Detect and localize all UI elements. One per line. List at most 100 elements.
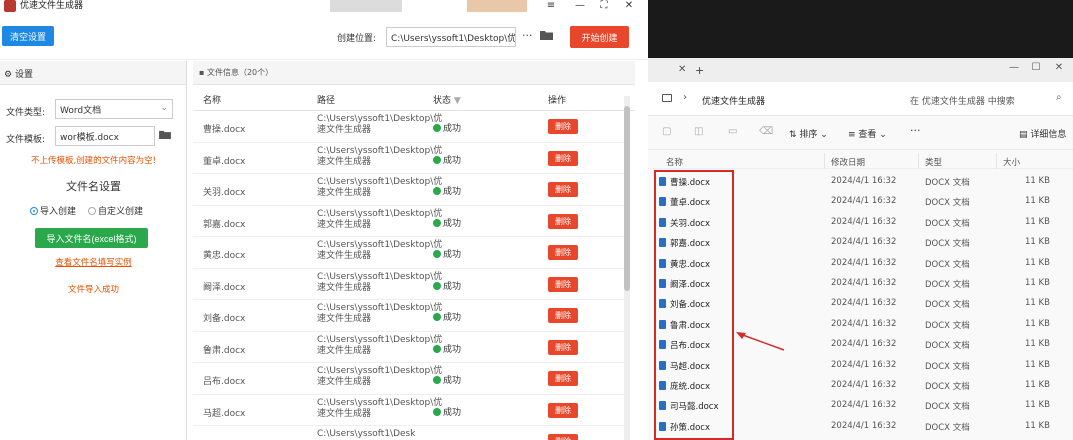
import-filenames-button[interactable]: 导入文件名(excel格式)	[35, 228, 148, 248]
example-link[interactable]: 查看文件名填写实例	[0, 256, 187, 268]
filename-settings-title: 文件名设置	[66, 180, 121, 193]
minimize-button[interactable]: —	[1006, 62, 1022, 73]
table-row[interactable]: 董卓.docx C:\Users\yssoft1\Desktop\优速文件生成器成…	[193, 143, 625, 174]
table-row[interactable]: 马超.docx C:\Users\yssoft1\Desktop\优速文件生成器成…	[193, 395, 625, 426]
file-list-item[interactable]: 曹操.docx 2024/4/1 16:32 DOCX 文档 11 KB	[648, 171, 1073, 191]
close-button[interactable]: ✕	[1051, 62, 1067, 73]
file-list-item[interactable]: 孙策.docx 2024/4/1 16:32 DOCX 文档 11 KB	[648, 416, 1073, 436]
radio-import-create[interactable]: 导入创建	[30, 204, 76, 217]
word-doc-icon	[659, 381, 666, 390]
file-list-item[interactable]: 阚泽.docx 2024/4/1 16:32 DOCX 文档 11 KB	[648, 273, 1073, 293]
delete-button[interactable]: 删除	[548, 308, 578, 323]
menu-icon[interactable]: ≡	[543, 0, 559, 12]
more-options-button[interactable]: ···	[522, 29, 533, 42]
more-button[interactable]: ···	[910, 124, 921, 137]
delete-button[interactable]: 删除	[548, 276, 578, 292]
file-list-item[interactable]: 庞统.docx 2024/4/1 16:32 DOCX 文档 11 KB	[648, 375, 1073, 395]
check-circle-icon	[433, 281, 441, 290]
delete-button[interactable]: 删除	[548, 339, 578, 355]
new-tab-icon[interactable]: +	[695, 64, 704, 77]
check-circle-icon	[433, 344, 441, 353]
search-icon[interactable]: ⌕	[1056, 92, 1062, 103]
file-list-item[interactable]: 鲁肃.docx 2024/4/1 16:32 DOCX 文档 11 KB	[648, 314, 1073, 334]
close-button[interactable]: ✕	[621, 0, 637, 12]
details-label: 详细信息	[1030, 130, 1067, 140]
table-row[interactable]: 郭嘉.docx C:\Users\yssoft1\Desktop\优速文件生成器成…	[193, 206, 625, 237]
sort-button[interactable]: ⇅ 排序 ⌄	[789, 127, 828, 140]
file-list-item[interactable]: 司马懿.docx 2024/4/1 16:32 DOCX 文档 11 KB	[648, 395, 1073, 415]
template-input[interactable]: wor模板.docx	[55, 126, 155, 146]
settings-title: 设置	[14, 70, 33, 80]
file-type-select[interactable]: Word文档 ⌄	[55, 99, 173, 119]
table-row[interactable]: C:\Users\yssoft1\Desk 删除	[193, 426, 625, 440]
file-list-item[interactable]: 刘备.docx 2024/4/1 16:32 DOCX 文档 11 KB	[648, 293, 1073, 313]
file-list-item[interactable]: 马超.docx 2024/4/1 16:32 DOCX 文档 11 KB	[648, 355, 1073, 375]
table-row[interactable]: 刘备.docx C:\Users\yssoft1\Desktop\优速文件生成器成…	[193, 300, 625, 332]
view-button[interactable]: ≡ 查看 ⌄	[848, 127, 887, 140]
col-type[interactable]: 类型	[925, 156, 942, 168]
scrollbar-thumb[interactable]	[624, 106, 630, 291]
delete-button[interactable]: 删除	[548, 213, 578, 229]
rename-icon[interactable]: ▭	[728, 126, 737, 137]
file-path: C:\Users\yssoft1\Desktop\优速文件生成器	[317, 271, 443, 293]
copy-icon[interactable]: ▢	[662, 126, 671, 137]
delete-button[interactable]: 删除	[548, 182, 578, 197]
word-doc-icon	[659, 401, 666, 411]
col-size[interactable]: 大小	[1003, 156, 1020, 168]
file-list-item[interactable]: 关羽.docx 2024/4/1 16:32 DOCX 文档 11 KB	[648, 212, 1073, 232]
maximize-button[interactable]: ⛶	[596, 0, 612, 12]
file-modified: 2024/4/1 16:32	[831, 359, 897, 370]
file-list-item[interactable]: 董卓.docx 2024/4/1 16:32 DOCX 文档 11 KB	[648, 191, 1073, 211]
file-size: 11 KB	[1025, 237, 1050, 248]
status-badge: 成功	[433, 310, 461, 323]
col-modified[interactable]: 修改日期	[831, 156, 865, 168]
folder-icon[interactable]	[159, 129, 171, 142]
table-row[interactable]: 黄忠.docx C:\Users\yssoft1\Desktop\优速文件生成器成…	[193, 237, 625, 269]
file-name: 吕布.docx	[203, 377, 246, 387]
search-input[interactable]: 在 优速文件生成器 中搜索	[910, 94, 1015, 107]
table-row[interactable]: 鲁肃.docx C:\Users\yssoft1\Desktop\优速文件生成器成…	[193, 332, 625, 363]
template-warning: 不上传模板,创建的文件内容为空!	[30, 156, 157, 166]
table-row[interactable]: 曹操.docx C:\Users\yssoft1\Desktop\优速文件生成器成…	[193, 111, 625, 143]
delete-button[interactable]: 删除	[548, 119, 578, 134]
file-modified: 2024/4/1 16:32	[831, 257, 897, 268]
file-list-item[interactable]: 吕布.docx 2024/4/1 16:32 DOCX 文档 11 KB	[648, 334, 1073, 354]
tab-close-icon[interactable]: ✕	[678, 64, 686, 75]
clear-settings-button[interactable]: 清空设置	[2, 26, 54, 46]
minimize-button[interactable]: —	[572, 0, 588, 12]
file-modified: 2024/4/1 16:32	[831, 420, 897, 431]
file-list-item[interactable]: 郭嘉.docx 2024/4/1 16:32 DOCX 文档 11 KB	[648, 232, 1073, 252]
file-icon: ▪	[199, 68, 205, 77]
radio-custom-create[interactable]: 自定义创建	[88, 204, 143, 217]
col-name[interactable]: 名称	[666, 156, 683, 168]
start-create-button[interactable]: 开始创建	[570, 26, 629, 48]
table-row[interactable]: 阚泽.docx C:\Users\yssoft1\Desktop\优速文件生成器成…	[193, 269, 625, 300]
delete-button[interactable]: 删除	[548, 245, 578, 260]
delete-button[interactable]: 删除	[548, 434, 578, 440]
col-name[interactable]: 名称	[203, 93, 221, 106]
breadcrumb[interactable]: 优速文件生成器	[702, 94, 765, 107]
col-status[interactable]: 状态 ▼	[433, 93, 461, 106]
delete-button[interactable]: 删除	[548, 402, 578, 418]
maximize-button[interactable]: ☐	[1028, 62, 1044, 73]
file-size: 11 KB	[1025, 359, 1050, 370]
col-path[interactable]: 路径	[317, 93, 335, 106]
file-list-item[interactable]: 黄忠.docx 2024/4/1 16:32 DOCX 文档 11 KB	[648, 253, 1073, 273]
file-size: 11 KB	[1025, 380, 1050, 390]
file-size: 11 KB	[1025, 339, 1050, 350]
column-divider[interactable]	[824, 153, 825, 169]
file-size: 11 KB	[1025, 216, 1050, 227]
location-input[interactable]: C:\Users\yssoft1\Desktop\优速	[386, 27, 516, 47]
share-icon[interactable]: ◫	[694, 126, 703, 137]
folder-icon[interactable]	[540, 29, 553, 43]
details-button[interactable]: ▤ 详细信息	[1019, 127, 1066, 140]
table-row[interactable]: 关羽.docx C:\Users\yssoft1\Desktop\优速文件生成器成…	[193, 174, 625, 206]
scrollbar[interactable]	[624, 96, 630, 440]
column-divider[interactable]	[996, 153, 997, 169]
delete-button[interactable]: 删除	[548, 371, 578, 386]
delete-button[interactable]: 删除	[548, 150, 578, 166]
column-divider[interactable]	[918, 153, 919, 169]
word-doc-icon	[659, 299, 666, 309]
delete-icon[interactable]: ⌫	[759, 126, 773, 137]
table-row[interactable]: 吕布.docx C:\Users\yssoft1\Desktop\优速文件生成器成…	[193, 363, 625, 395]
